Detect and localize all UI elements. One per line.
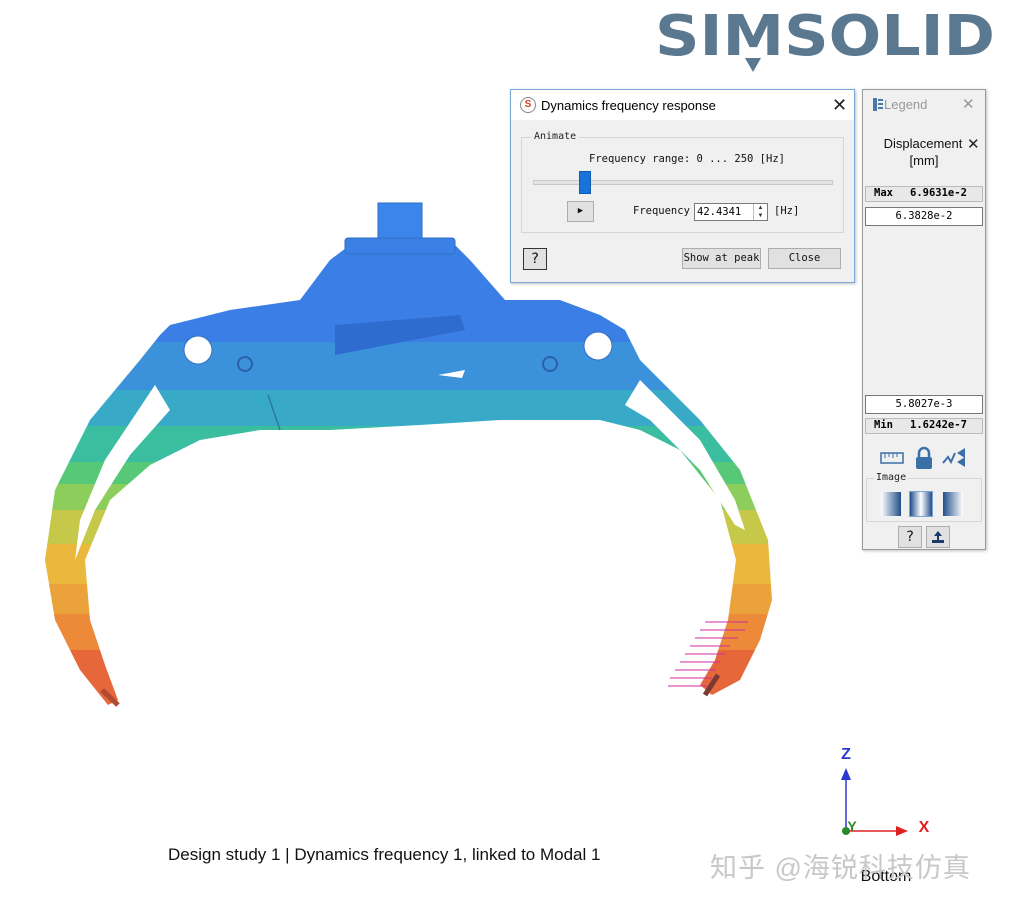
legend-panel: Legend ✕ Displacement ✕ [mm] Max 6.9631e… xyxy=(862,89,986,550)
lower-limit-field[interactable]: 5.8027e-3 xyxy=(865,395,983,414)
close-icon[interactable]: ✕ xyxy=(832,96,847,114)
frequency-slider-track[interactable] xyxy=(533,180,833,185)
right-pivot-hole xyxy=(583,331,613,361)
lock-icon[interactable] xyxy=(911,445,937,471)
frequency-spinbox[interactable]: ▲▼ xyxy=(694,203,768,221)
min-label: Min xyxy=(874,419,893,431)
z-axis-label: Z xyxy=(841,746,851,763)
frequency-label: Frequency xyxy=(633,205,690,217)
dialog-titlebar[interactable]: S Dynamics frequency response ✕ xyxy=(511,90,854,120)
max-label: Max xyxy=(874,187,893,199)
frequency-input[interactable] xyxy=(697,204,749,219)
image-style-right-button[interactable] xyxy=(943,492,963,516)
watermark: 知乎 @海锐科技仿真 xyxy=(710,853,971,883)
max-value-row: Max 6.9631e-2 xyxy=(865,186,983,202)
frequency-slider-thumb[interactable] xyxy=(579,171,591,194)
dynamics-frequency-response-dialog: S Dynamics frequency response ✕ Animate … xyxy=(510,89,855,283)
left-pivot-hole xyxy=(183,335,213,365)
frequency-range-label: Frequency range: 0 ... 250 [Hz] xyxy=(589,153,785,165)
x-axis-label: X xyxy=(919,819,930,836)
result-remove-icon[interactable]: ✕ xyxy=(967,136,980,154)
dialog-title: Dynamics frequency response xyxy=(541,98,716,113)
legend-close-icon[interactable]: ✕ xyxy=(962,96,975,114)
frequency-unit: [Hz] xyxy=(774,205,800,217)
play-button[interactable]: ▶ xyxy=(567,201,594,222)
image-style-center-button[interactable] xyxy=(909,491,933,517)
image-style-left-button[interactable] xyxy=(881,492,901,516)
animate-group-label: Animate xyxy=(531,131,580,142)
result-unit: [mm] xyxy=(909,153,939,168)
upper-limit-field[interactable]: 6.3828e-2 xyxy=(865,207,983,226)
ruler-icon[interactable] xyxy=(879,445,905,471)
legend-help-button[interactable]: ? xyxy=(898,526,922,548)
simsolid-logo: SIMSOLID xyxy=(655,4,995,72)
close-button[interactable]: Close xyxy=(768,248,841,269)
image-label: Image xyxy=(874,472,909,483)
min-value: 1.6242e-7 xyxy=(910,419,967,431)
logo-text: SIMSOLID xyxy=(655,4,995,69)
result-title: Displacement xyxy=(883,136,963,151)
legend-title: Legend xyxy=(884,97,928,112)
show-at-peak-button[interactable]: Show at peak xyxy=(682,248,761,269)
simsolid-s-icon: S xyxy=(520,97,536,113)
min-value-row: Min 1.6242e-7 xyxy=(865,418,983,434)
y-axis-label: Y xyxy=(847,818,857,834)
legend-icon xyxy=(873,98,883,111)
export-icon xyxy=(932,531,944,543)
spin-arrows-icon[interactable]: ▲ ▼ xyxy=(753,204,767,220)
legend-export-button[interactable] xyxy=(926,526,950,548)
viewport-caption: Design study 1 | Dynamics frequency 1, l… xyxy=(168,845,601,864)
max-value: 6.9631e-2 xyxy=(910,187,967,199)
help-button[interactable]: ? xyxy=(523,248,547,270)
probe-curve-icon[interactable] xyxy=(941,445,967,471)
play-icon: ▶ xyxy=(577,206,584,216)
